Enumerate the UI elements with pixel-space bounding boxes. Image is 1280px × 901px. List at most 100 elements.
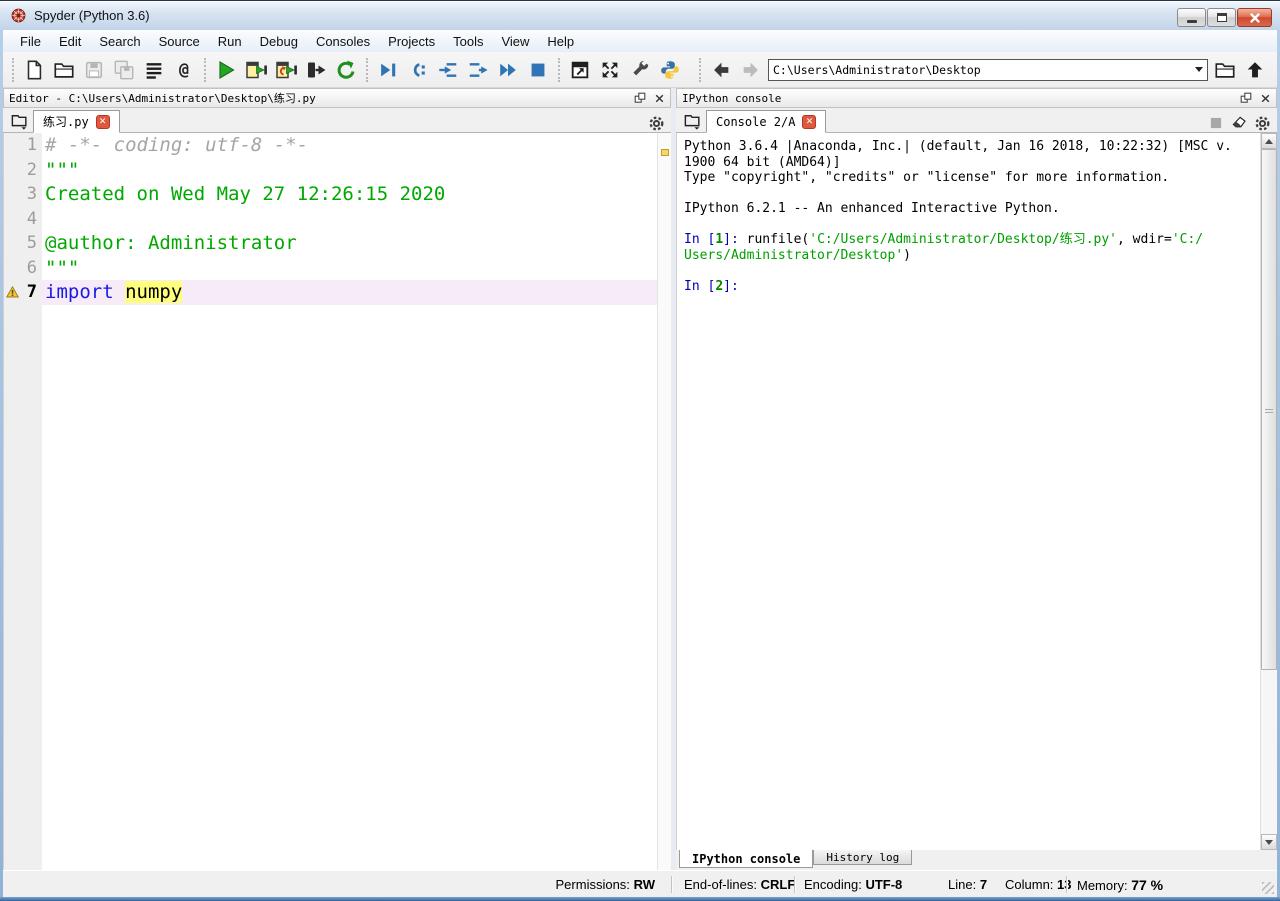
- continue-execution-button[interactable]: [493, 55, 523, 85]
- find-symbols-button[interactable]: @: [169, 55, 199, 85]
- open-directory-button[interactable]: [1210, 55, 1240, 85]
- spyder-logo-icon: [11, 8, 26, 23]
- clear-console-eraser-icon[interactable]: [1230, 114, 1248, 132]
- working-directory-dropdown[interactable]: [1191, 60, 1207, 80]
- title-bar[interactable]: Spyder (Python 3.6): [0, 0, 1280, 30]
- warning-flag-marker[interactable]: [661, 149, 669, 156]
- spyder-window: Spyder (Python 3.6) File Edit Search Sou…: [0, 0, 1280, 901]
- close-tab-icon[interactable]: ✕: [95, 114, 110, 129]
- run-current-line-button[interactable]: [403, 55, 433, 85]
- new-file-icon: [27, 60, 42, 79]
- maximize-button[interactable]: [1207, 8, 1236, 27]
- code-line[interactable]: 3 Created on Wed May 27 12:26:15 2020: [4, 182, 657, 207]
- menu-file[interactable]: File: [11, 32, 50, 51]
- scrollbar-track[interactable]: [1261, 149, 1277, 834]
- menu-projects[interactable]: Projects: [379, 32, 444, 51]
- python-path-button[interactable]: [655, 55, 685, 85]
- file-switcher-button[interactable]: [139, 55, 169, 85]
- menu-debug[interactable]: Debug: [251, 32, 307, 51]
- console-line: In [2]:: [684, 278, 747, 294]
- code-line[interactable]: 7 import numpy: [4, 280, 657, 305]
- working-directory-input[interactable]: [769, 62, 1191, 77]
- scroll-down-button[interactable]: [1261, 834, 1277, 850]
- ipython-console[interactable]: Python 3.6.4 |Anaconda, Inc.| (default, …: [676, 133, 1277, 850]
- preferences-button[interactable]: [625, 55, 655, 85]
- fullscreen-button[interactable]: [595, 55, 625, 85]
- run-cell-button[interactable]: [241, 55, 271, 85]
- maximize-pane-button[interactable]: [565, 55, 595, 85]
- scroll-up-button[interactable]: [1261, 133, 1277, 149]
- line-number-gutter: 5: [4, 231, 42, 256]
- rerun-cell-button[interactable]: [331, 55, 361, 85]
- editor-tab[interactable]: 练习.py ✕: [33, 110, 120, 133]
- interrupt-kernel-icon[interactable]: [1208, 115, 1224, 131]
- browse-tabs-button[interactable]: [5, 109, 33, 132]
- parent-directory-icon: [1247, 61, 1263, 77]
- save-all-button[interactable]: [109, 55, 139, 85]
- editor-options-gear-icon[interactable]: [648, 115, 665, 132]
- run-cell-advance-icon: [276, 61, 297, 78]
- stop-debug-button[interactable]: [523, 55, 553, 85]
- line-number-gutter: 2: [4, 157, 42, 182]
- preferences-icon: [633, 60, 649, 75]
- editor-pane-title: Editor - C:\Users\Administrator\Desktop\…: [9, 92, 316, 105]
- menu-source[interactable]: Source: [150, 32, 209, 51]
- menu-search[interactable]: Search: [90, 32, 149, 51]
- forward-button[interactable]: [736, 55, 766, 85]
- code-line[interactable]: 4: [4, 206, 657, 231]
- tab-history-log[interactable]: History log: [813, 849, 913, 865]
- menu-consoles[interactable]: Consoles: [307, 32, 379, 51]
- resize-grip[interactable]: [1262, 882, 1274, 894]
- close-pane-icon[interactable]: [654, 93, 665, 104]
- close-tab-icon[interactable]: ✕: [802, 114, 817, 129]
- debug-file-button[interactable]: [373, 55, 403, 85]
- toolbar-separator: [558, 57, 560, 82]
- parent-directory-button[interactable]: [1240, 55, 1270, 85]
- code-text: # -*- coding: utf-8 -*-: [45, 134, 309, 156]
- code-editor[interactable]: 1 # -*- coding: utf-8 -*- 2 """ 3 Created on …: [3, 133, 671, 870]
- status-bar: Permissions: RW End-of-lines: CRLF Encod…: [3, 870, 1277, 897]
- code-line[interactable]: 1 # -*- coding: utf-8 -*-: [4, 133, 657, 158]
- menu-run[interactable]: Run: [209, 32, 251, 51]
- console-options-gear-icon[interactable]: [1254, 115, 1271, 132]
- scrollbar-thumb[interactable]: [1261, 149, 1277, 670]
- editor-scrollflag[interactable]: [657, 133, 671, 870]
- menu-view[interactable]: View: [492, 32, 538, 51]
- editor-tabbar: 练习.py ✕: [3, 108, 671, 133]
- undock-pane-icon[interactable]: [1240, 92, 1252, 104]
- step-into-button[interactable]: [433, 55, 463, 85]
- tab-ipython-console[interactable]: IPython console: [679, 849, 814, 868]
- back-button[interactable]: [706, 55, 736, 85]
- fullscreen-icon: [602, 62, 618, 77]
- code-line[interactable]: 6 """: [4, 255, 657, 280]
- line-number: 6: [26, 257, 37, 278]
- run-selection-button[interactable]: [301, 55, 331, 85]
- browse-tabs-button[interactable]: [678, 109, 706, 132]
- open-directory-icon: [1215, 62, 1235, 78]
- undock-pane-icon[interactable]: [634, 92, 646, 104]
- minimize-button[interactable]: [1177, 8, 1206, 27]
- code-line[interactable]: 2 """: [4, 157, 657, 182]
- line-number: 2: [26, 159, 37, 180]
- run-file-button[interactable]: [211, 55, 241, 85]
- menu-help[interactable]: Help: [538, 32, 583, 51]
- console-pane-title: IPython console: [682, 91, 782, 105]
- step-return-button[interactable]: [463, 55, 493, 85]
- code-line[interactable]: 5 @author: Administrator: [4, 231, 657, 256]
- chevron-down-icon: [1195, 67, 1203, 72]
- line-number: 3: [26, 184, 37, 204]
- open-file-button[interactable]: [49, 55, 79, 85]
- menu-tools[interactable]: Tools: [444, 32, 492, 51]
- open-file-icon: [54, 62, 74, 78]
- console-tab[interactable]: Console 2/A ✕: [706, 110, 827, 133]
- close-button[interactable]: [1237, 8, 1272, 27]
- menu-edit[interactable]: Edit: [50, 32, 90, 51]
- save-all-icon: [114, 60, 134, 79]
- run-cell-advance-button[interactable]: [271, 55, 301, 85]
- close-pane-icon[interactable]: [1260, 93, 1271, 104]
- line-number: 1: [26, 135, 37, 155]
- save-button[interactable]: [79, 55, 109, 85]
- new-file-button[interactable]: [19, 55, 49, 85]
- console-scrollbar[interactable]: [1260, 133, 1277, 850]
